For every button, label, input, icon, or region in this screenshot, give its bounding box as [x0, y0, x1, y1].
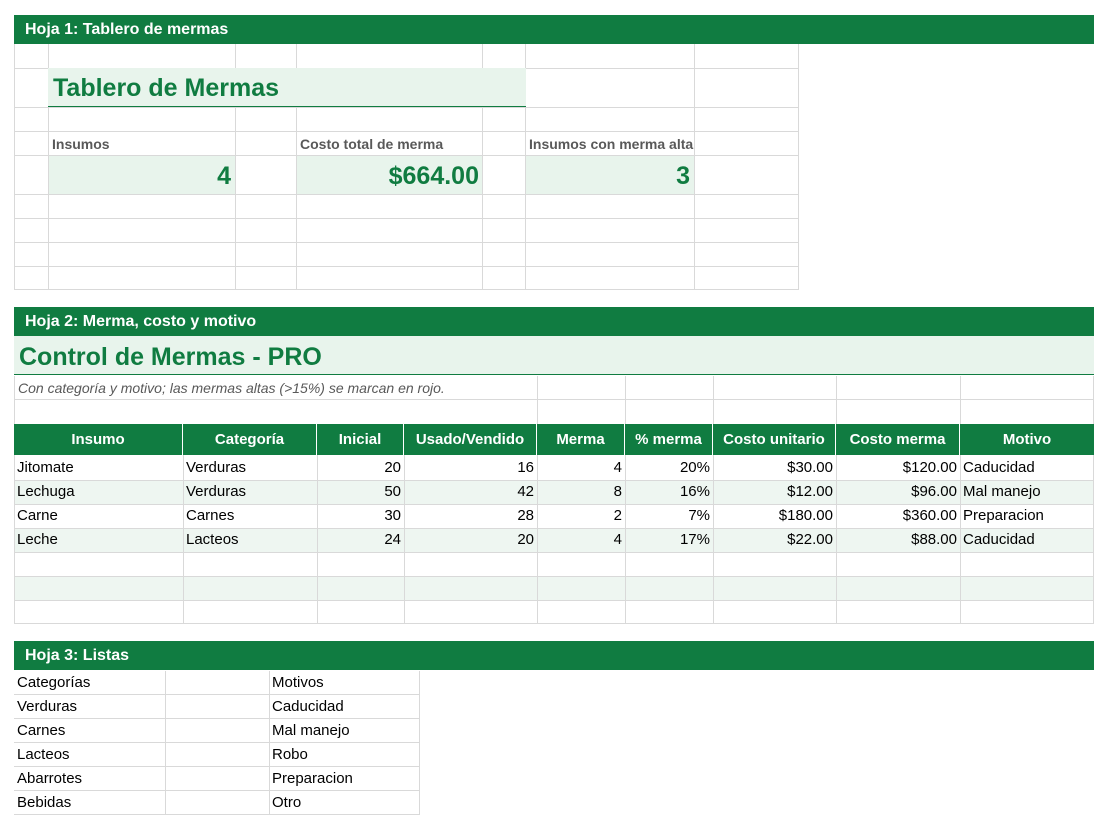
col-header-costo-merma[interactable]: Costo merma [836, 424, 960, 455]
cell-inicial[interactable]: 30 [317, 504, 404, 528]
list-item[interactable]: Preparacion [269, 767, 419, 791]
cell-categoria[interactable]: Verduras [183, 456, 317, 480]
cell-costo-merma[interactable]: $120.00 [836, 456, 960, 480]
cell-inicial[interactable]: 20 [317, 456, 404, 480]
control-title: Control de Mermas - PRO [19, 343, 322, 371]
cell-costo-unitario[interactable]: $22.00 [713, 528, 836, 552]
dashboard-title: Tablero de Mermas [48, 68, 526, 107]
kpi-merma-alta-value: 3 [526, 156, 694, 194]
cell-merma[interactable]: 4 [537, 528, 625, 552]
table-row: Lechuga Verduras 50 42 8 16% $12.00 $96.… [14, 480, 1094, 504]
cell-insumo[interactable]: Jitomate [14, 456, 183, 480]
kpi-costo-total-label: Costo total de merma [300, 136, 444, 152]
list-item[interactable]: Mal manejo [269, 719, 419, 743]
cell-merma[interactable]: 8 [537, 480, 625, 504]
cell-pct-merma[interactable]: 17% [625, 528, 713, 552]
cell-categoria[interactable]: Verduras [183, 480, 317, 504]
cell-usado-vendido[interactable]: 42 [404, 480, 537, 504]
sheet3-title-bar: Hoja 3: Listas [14, 641, 1094, 670]
control-title-band: Control de Mermas - PRO [14, 336, 1094, 375]
list-item[interactable]: Otro [269, 791, 419, 815]
list-item[interactable]: Bebidas [14, 791, 165, 815]
cell-usado-vendido[interactable]: 20 [404, 528, 537, 552]
col-header-pct-merma[interactable]: % merma [625, 424, 713, 455]
list-header-categorias[interactable]: Categorías [14, 671, 165, 695]
sheet1-title-bar: Hoja 1: Tablero de mermas [14, 15, 1094, 44]
cell-motivo[interactable]: Caducidad [960, 528, 1094, 552]
cell-motivo[interactable]: Preparacion [960, 504, 1094, 528]
table-row: Leche Lacteos 24 20 4 17% $22.00 $88.00 … [14, 528, 1094, 552]
cell-categoria[interactable]: Carnes [183, 504, 317, 528]
col-header-usado-vendido[interactable]: Usado/Vendido [404, 424, 537, 455]
col-header-inicial[interactable]: Inicial [317, 424, 404, 455]
col-header-merma[interactable]: Merma [537, 424, 625, 455]
list-item[interactable]: Caducidad [269, 695, 419, 719]
kpi-insumos-value: 4 [49, 156, 235, 194]
sheet2-title: Hoja 2: Merma, costo y motivo [25, 313, 257, 330]
cell-merma[interactable]: 2 [537, 504, 625, 528]
list-item[interactable]: Carnes [14, 719, 165, 743]
cell-insumo[interactable]: Lechuga [14, 480, 183, 504]
col-header-categoria[interactable]: Categoría [183, 424, 317, 455]
sheet3-title: Hoja 3: Listas [25, 647, 130, 664]
cell-inicial[interactable]: 24 [317, 528, 404, 552]
cell-motivo[interactable]: Mal manejo [960, 480, 1094, 504]
cell-insumo[interactable]: Carne [14, 504, 183, 528]
sheet1-title: Hoja 1: Tablero de mermas [25, 21, 229, 38]
cell-pct-merma[interactable]: 20% [625, 456, 713, 480]
cell-inicial[interactable]: 50 [317, 480, 404, 504]
cell-usado-vendido[interactable]: 16 [404, 456, 537, 480]
cell-costo-unitario[interactable]: $180.00 [713, 504, 836, 528]
kpi-insumos-label: Insumos [52, 136, 110, 152]
list-item[interactable]: Verduras [14, 695, 165, 719]
cell-categoria[interactable]: Lacteos [183, 528, 317, 552]
list-item[interactable]: Robo [269, 743, 419, 767]
table-row: Carne Carnes 30 28 2 7% $180.00 $360.00 … [14, 504, 1094, 528]
cell-costo-merma[interactable]: $96.00 [836, 480, 960, 504]
listas-grid: Categorías Verduras Carnes Lacteos Abarr… [14, 671, 420, 815]
cell-pct-merma[interactable]: 16% [625, 480, 713, 504]
cell-pct-merma[interactable]: 7% [625, 504, 713, 528]
kpi-costo-total-value: $664.00 [297, 156, 482, 194]
control-subtitle: Con categoría y motivo; las mermas altas… [18, 380, 445, 396]
table-row: Jitomate Verduras 20 16 4 20% $30.00 $12… [14, 456, 1094, 480]
list-header-motivos[interactable]: Motivos [269, 671, 419, 695]
control-subtitle-row: Con categoría y motivo; las mermas altas… [14, 376, 1094, 424]
sheet1-grid: Tablero de Mermas Insumos Costo total de… [14, 44, 799, 290]
cell-insumo[interactable]: Leche [14, 528, 183, 552]
cell-costo-merma[interactable]: $88.00 [836, 528, 960, 552]
sheet2-title-bar: Hoja 2: Merma, costo y motivo [14, 307, 1094, 336]
merma-table: Insumo Categoría Inicial Usado/Vendido M… [14, 424, 1094, 624]
col-header-insumo[interactable]: Insumo [14, 424, 183, 455]
col-header-costo-unitario[interactable]: Costo unitario [713, 424, 836, 455]
cell-motivo[interactable]: Caducidad [960, 456, 1094, 480]
cell-merma[interactable]: 4 [537, 456, 625, 480]
cell-costo-unitario[interactable]: $30.00 [713, 456, 836, 480]
cell-costo-unitario[interactable]: $12.00 [713, 480, 836, 504]
list-item[interactable]: Abarrotes [14, 767, 165, 791]
cell-costo-merma[interactable]: $360.00 [836, 504, 960, 528]
col-header-motivo[interactable]: Motivo [960, 424, 1094, 455]
cell-usado-vendido[interactable]: 28 [404, 504, 537, 528]
list-item[interactable]: Lacteos [14, 743, 165, 767]
kpi-merma-alta-label: Insumos con merma alta [529, 136, 694, 152]
